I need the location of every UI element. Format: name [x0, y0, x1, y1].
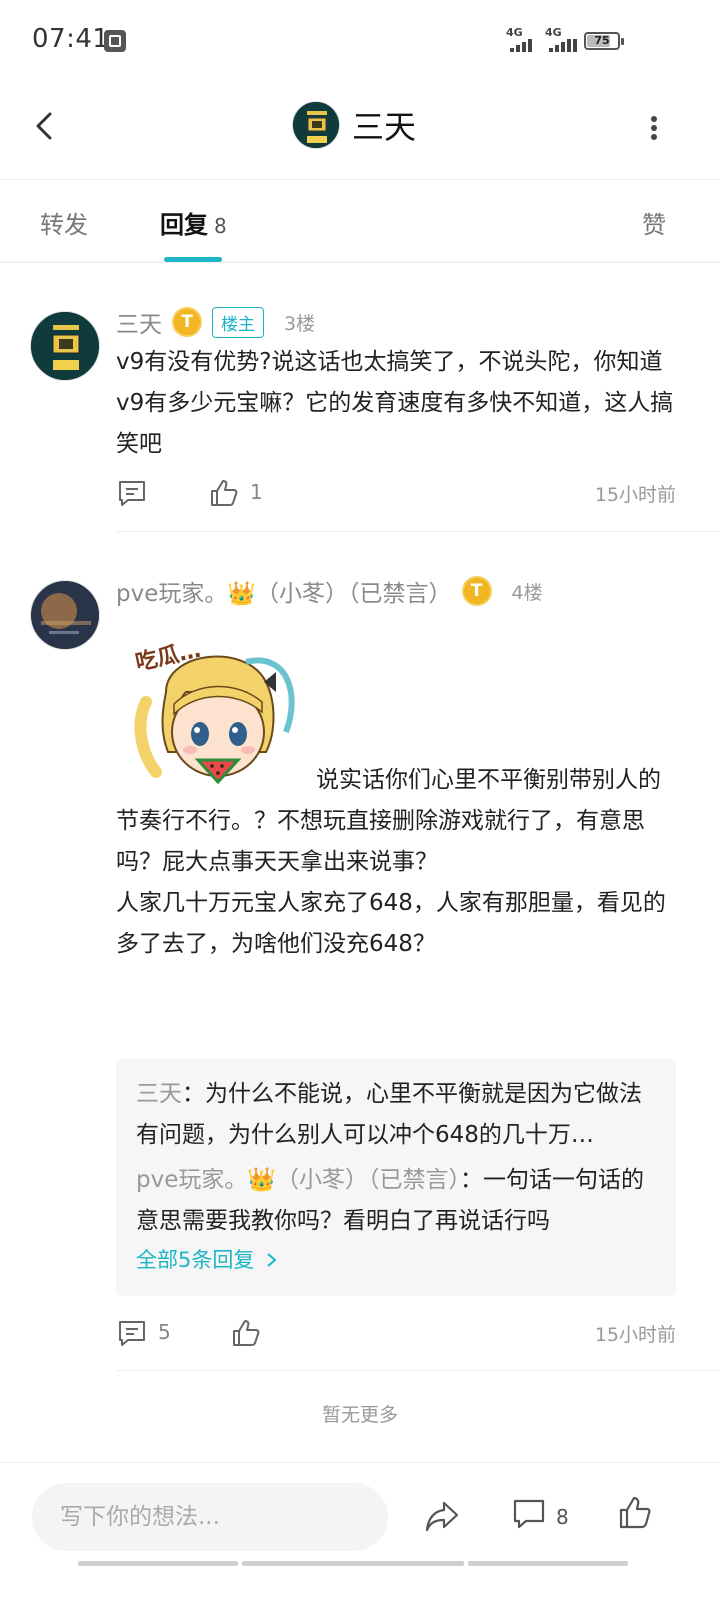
- tab-like[interactable]: 赞: [642, 205, 666, 240]
- floor-label: 4楼: [511, 581, 543, 604]
- floor-label: 3楼: [284, 312, 316, 335]
- more-vertical-icon[interactable]: [644, 108, 664, 148]
- battery-text: 75: [594, 34, 610, 47]
- nav-handle: [78, 1561, 238, 1566]
- sub-reply: 三天：为什么不能说，心里不平衡就是因为它做法有问题，为什么别人可以冲个648的几…: [136, 1074, 660, 1156]
- header-user[interactable]: 三天: [292, 101, 416, 149]
- comment-count: 5: [158, 1320, 171, 1344]
- post-time: 15小时前: [594, 1324, 676, 1346]
- all-replies-link[interactable]: 全部5条回复: [136, 1244, 279, 1274]
- level-badge: T: [461, 576, 492, 606]
- battery-icon: 75: [584, 32, 624, 50]
- avatar[interactable]: [292, 101, 340, 149]
- sub-reply: pve玩家。👑（小苳）（已禁言）：一句话一句话的意思需要我教你吗？看明白了再说话…: [136, 1160, 660, 1242]
- sub-reply-separator: ：: [182, 1081, 205, 1107]
- like-icon[interactable]: [230, 1318, 262, 1348]
- comment-icon[interactable]: [116, 1318, 148, 1348]
- post-actions: 5 15小时前: [116, 1316, 676, 1356]
- comment-icon[interactable]: [116, 478, 148, 508]
- signal-icon: 4G: [545, 26, 579, 52]
- chevron-right-icon: [267, 1253, 277, 1267]
- tab-reply-label: 回复: [160, 211, 208, 239]
- status-bar: 07:41 4G 4G 75: [0, 0, 720, 84]
- notification-icon: [104, 30, 126, 52]
- like-count: 1: [250, 480, 263, 504]
- user-name[interactable]: pve玩家。👑（小苳）（已禁言）: [116, 574, 452, 608]
- all-replies-label: 全部5条回复: [136, 1248, 255, 1272]
- bottom-bar: 写下你的想法... 8: [0, 1462, 720, 1600]
- user-name[interactable]: 三天: [116, 305, 162, 339]
- avatar[interactable]: [30, 580, 100, 650]
- tab-bar: 转发 回复 8 赞: [0, 181, 720, 263]
- tab-reply[interactable]: 回复 8: [160, 205, 227, 240]
- post-content: 说实话你们心里不平衡别带别人的节奏行不行。？不想玩直接删除游戏就行了，有意思吗？…: [116, 767, 666, 957]
- share-icon[interactable]: [424, 1499, 460, 1533]
- level-badge: T: [172, 307, 202, 337]
- host-badge: 楼主: [212, 306, 264, 338]
- active-tab-indicator: [164, 257, 222, 262]
- back-icon[interactable]: [26, 106, 66, 146]
- sub-reply-name[interactable]: pve玩家。👑（小苳）（已禁言）: [136, 1167, 460, 1193]
- sub-reply-separator: ：: [460, 1167, 483, 1193]
- sub-reply-name[interactable]: 三天: [136, 1081, 182, 1107]
- post-meta: 三天 T 楼主 3楼: [116, 305, 315, 339]
- signal-icon: 4G: [506, 26, 540, 52]
- nav-handle: [468, 1561, 628, 1566]
- avatar[interactable]: [30, 311, 100, 381]
- like-icon[interactable]: [618, 1495, 652, 1531]
- status-time: 07:41: [32, 24, 110, 54]
- sub-replies[interactable]: 三天：为什么不能说，心里不平衡就是因为它做法有问题，为什么别人可以冲个648的几…: [116, 1058, 676, 1296]
- sub-reply-text: 为什么不能说，心里不平衡就是因为它做法有问题，为什么别人可以冲个648的几十万…: [136, 1081, 642, 1148]
- post-actions: 1 15小时前: [116, 476, 676, 516]
- tab-reply-count: 8: [214, 214, 227, 238]
- post-time: 15小时前: [594, 484, 676, 506]
- divider: [116, 1370, 720, 1371]
- post-content: v9有没有优势?说这话也太搞笑了，不说头陀，你知道v9有多少元宝嘛？它的发育速度…: [116, 349, 674, 457]
- comment-icon[interactable]: [512, 1497, 546, 1531]
- divider: [116, 531, 720, 532]
- no-more-text: 暂无更多: [321, 1404, 398, 1426]
- tab-forward[interactable]: 转发: [40, 205, 88, 240]
- nav-handle: [242, 1561, 464, 1566]
- like-icon[interactable]: [208, 478, 240, 508]
- header: 三天: [0, 84, 720, 180]
- reply-post: 三天 T 楼主 3楼 v9有没有优势?说这话也太搞笑了，不说头陀，你知道v9有多…: [0, 300, 720, 536]
- page-title: 三天: [352, 108, 417, 146]
- comment-count: 8: [556, 1505, 569, 1529]
- comment-input[interactable]: 写下你的想法...: [32, 1483, 388, 1551]
- post-meta: pve玩家。👑（小苳）（已禁言） T 4楼: [116, 574, 543, 608]
